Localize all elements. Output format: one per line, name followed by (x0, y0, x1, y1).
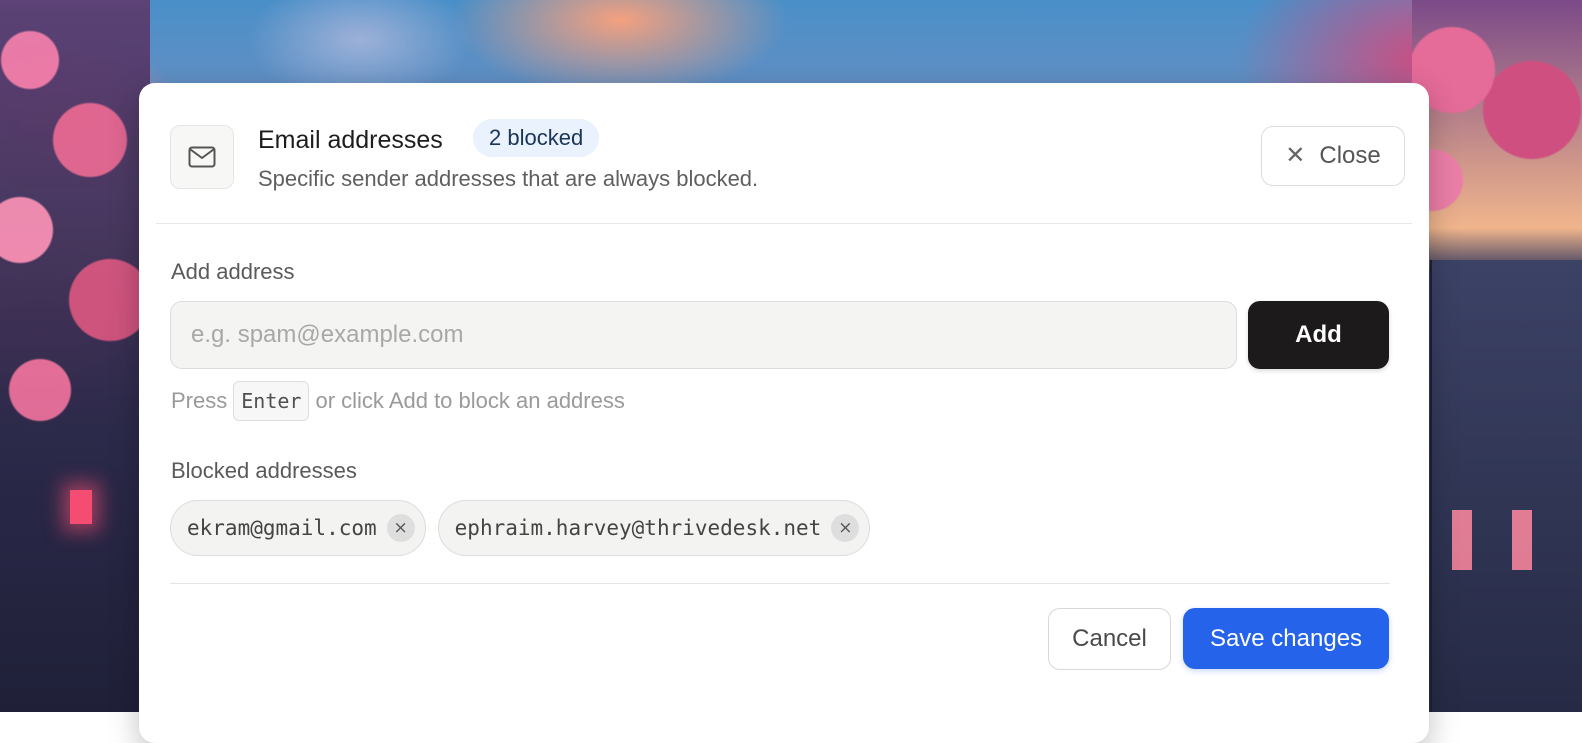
blocked-addresses-label: Blocked addresses (171, 458, 357, 483)
blocked-emails-modal: Email addresses 2 blocked Specific sende… (139, 83, 1429, 743)
mail-icon (170, 125, 234, 189)
hint-suffix: or click Add to block an address (315, 388, 625, 413)
email-address-input[interactable] (170, 301, 1237, 369)
save-changes-button[interactable]: Save changes (1183, 608, 1389, 669)
modal-header: Email addresses 2 blocked Specific sende… (156, 83, 1412, 224)
close-icon: ✕ (1285, 142, 1306, 169)
blocked-address-chip: ephraim.harvey@thrivedesk.net × (437, 500, 871, 556)
footer-divider (170, 583, 1390, 584)
modal-title: Email addresses (258, 126, 443, 154)
close-button[interactable]: ✕ Close (1261, 126, 1405, 186)
enter-key-hint: Enter (233, 381, 310, 421)
blocked-address-text: ekram@gmail.com (187, 516, 377, 540)
add-hint: Press Enter or click Add to block an add… (171, 381, 625, 421)
cancel-button[interactable]: Cancel (1048, 608, 1171, 670)
remove-chip-icon[interactable]: × (831, 514, 860, 542)
blocked-address-list: ekram@gmail.com × ephraim.harvey@thrived… (170, 500, 871, 556)
wallpaper-tree-left (0, 0, 150, 712)
blocked-address-chip: ekram@gmail.com × (170, 500, 426, 556)
blocked-count-badge: 2 blocked (473, 119, 600, 157)
hint-prefix: Press (171, 388, 228, 413)
blocked-address-text: ephraim.harvey@thrivedesk.net (454, 516, 822, 540)
close-label: Close (1319, 142, 1381, 169)
add-address-label: Add address (171, 259, 295, 284)
modal-subtitle: Specific sender addresses that are alway… (258, 166, 759, 191)
add-button[interactable]: Add (1248, 301, 1389, 369)
wallpaper-house (1430, 260, 1582, 712)
remove-chip-icon[interactable]: × (386, 514, 415, 542)
